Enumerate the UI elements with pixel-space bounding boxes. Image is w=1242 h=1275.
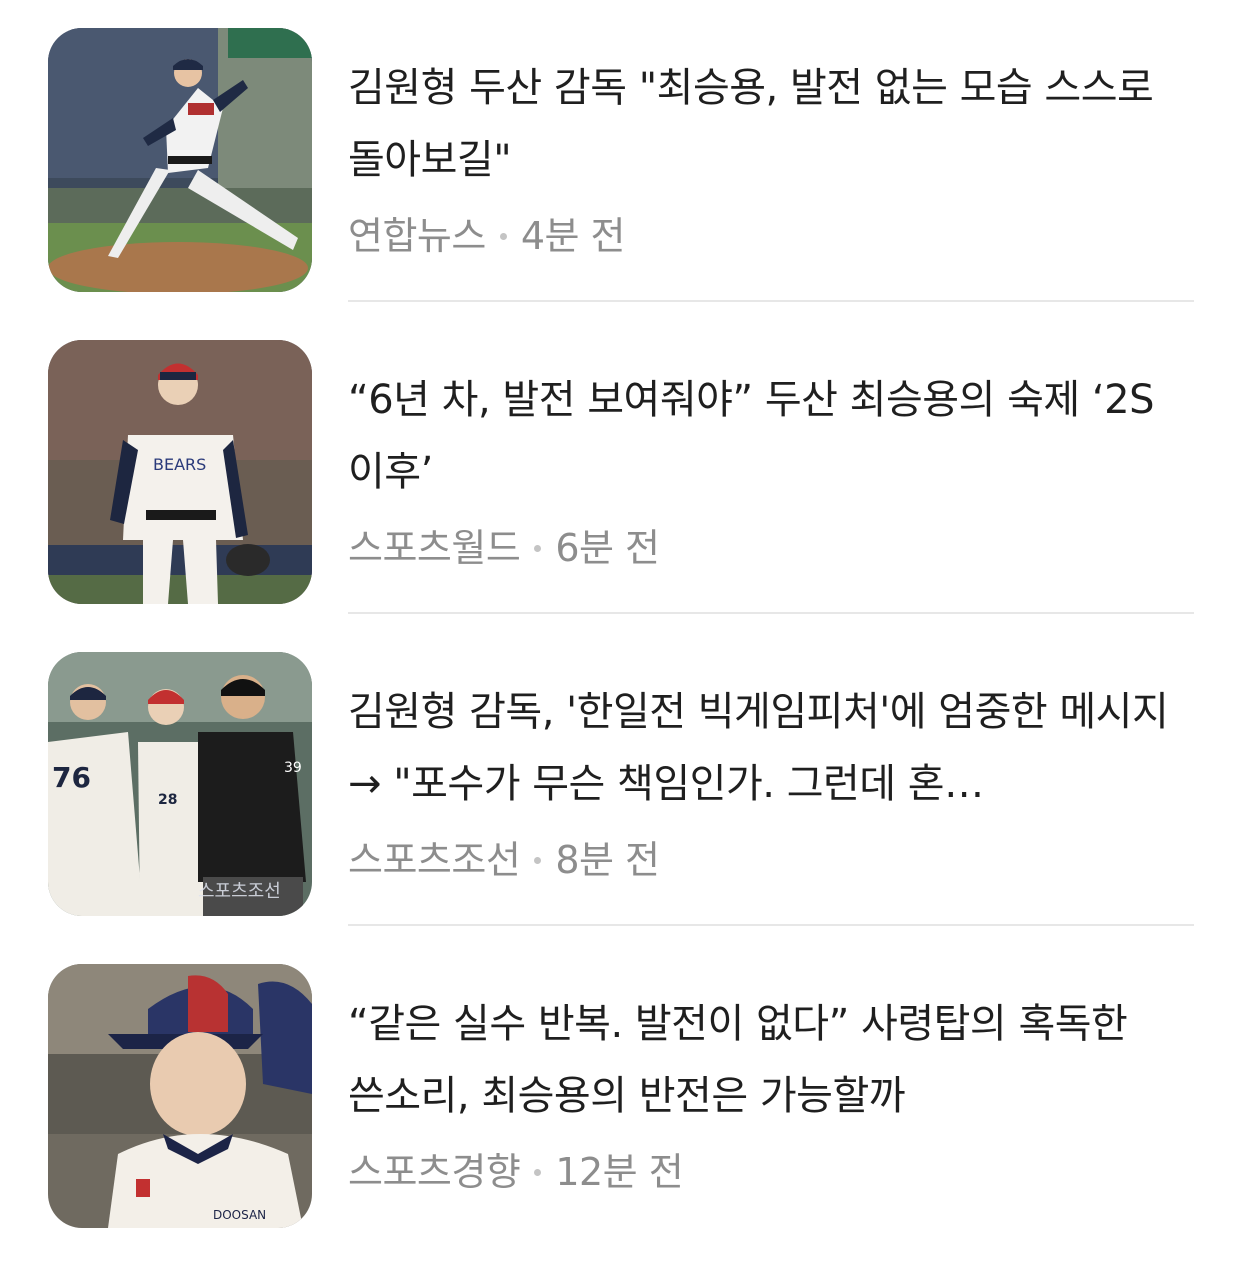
jersey-text: DOOSAN (213, 1208, 266, 1222)
news-source: 스포츠조선 (348, 838, 521, 882)
news-time: 8분 전 (555, 838, 660, 882)
jersey-number: 28 (158, 792, 177, 808)
news-source: 연합뉴스 (348, 214, 486, 258)
news-time: 12분 전 (555, 1150, 684, 1194)
thumbnail-watermark: 스포츠조선 (198, 881, 281, 902)
news-text-1: 김원형 두산 감독 "최승용, 발전 없는 모습 스스로 돌아보길" 연합뉴스 … (348, 52, 1194, 260)
umpire-meeting-photo-icon: 76 28 39 스포츠조선 (48, 652, 312, 916)
news-text-2: “6년 차, 발전 보여줘야” 두산 최승용의 숙제 ‘2S 이후’ 스포츠월드… (348, 364, 1194, 572)
news-meta: 스포츠경향 12분 전 (348, 1148, 1194, 1196)
news-thumbnail-3[interactable]: 76 28 39 스포츠조선 (48, 652, 312, 916)
news-text-3: 김원형 감독, '한일전 빅게임피처'에 엄중한 메시지 → "포수가 무슨 책… (348, 676, 1194, 884)
news-thumbnail-2[interactable]: BEARS (48, 340, 312, 604)
news-item-2[interactable]: BEARS “6년 차, 발전 보여줘야” 두산 최승용의 숙제 ‘2S 이후’… (48, 340, 1194, 605)
news-source: 스포츠월드 (348, 526, 521, 570)
jersey-number: 39 (284, 760, 302, 776)
player-photo-icon: BEARS (48, 340, 312, 604)
jersey-number: 76 (52, 761, 91, 794)
news-thumbnail-1[interactable] (48, 28, 312, 292)
separator-dot-icon (534, 856, 542, 864)
separator-dot-icon (534, 544, 542, 552)
news-time: 4분 전 (520, 214, 626, 258)
news-item-4[interactable]: DOOSAN “같은 실수 반복. 발전이 없다” 사령탑의 혹독한 쓴소리, … (48, 964, 1194, 1229)
separator-dot-icon (534, 1168, 542, 1176)
news-item-1[interactable]: 김원형 두산 감독 "최승용, 발전 없는 모습 스스로 돌아보길" 연합뉴스 … (48, 28, 1194, 293)
news-title[interactable]: 김원형 두산 감독 "최승용, 발전 없는 모습 스스로 돌아보길" (348, 52, 1194, 196)
news-item-3[interactable]: 76 28 39 스포츠조선 김원형 감독, '한일전 빅게임피처'에 엄중한 … (48, 652, 1194, 917)
news-meta: 스포츠조선 8분 전 (348, 836, 1194, 884)
news-title[interactable]: “6년 차, 발전 보여줘야” 두산 최승용의 숙제 ‘2S 이후’ (348, 364, 1194, 508)
news-meta: 스포츠월드 6분 전 (348, 524, 1194, 572)
separator-dot-icon (499, 232, 507, 240)
news-text-4: “같은 실수 반복. 발전이 없다” 사령탑의 혹독한 쓴소리, 최승용의 반전… (348, 988, 1194, 1196)
news-thumbnail-4[interactable]: DOOSAN (48, 964, 312, 1228)
divider (348, 300, 1194, 302)
divider (348, 924, 1194, 926)
news-meta: 연합뉴스 4분 전 (348, 212, 1194, 260)
divider (348, 612, 1194, 614)
pitcher-photo-icon (48, 28, 312, 292)
jersey-text: BEARS (153, 455, 206, 474)
player-cap-photo-icon: DOOSAN (48, 964, 312, 1228)
news-time: 6분 전 (555, 526, 660, 570)
news-title[interactable]: “같은 실수 반복. 발전이 없다” 사령탑의 혹독한 쓴소리, 최승용의 반전… (348, 988, 1194, 1132)
news-source: 스포츠경향 (348, 1150, 521, 1194)
news-title[interactable]: 김원형 감독, '한일전 빅게임피처'에 엄중한 메시지 → "포수가 무슨 책… (348, 676, 1194, 820)
